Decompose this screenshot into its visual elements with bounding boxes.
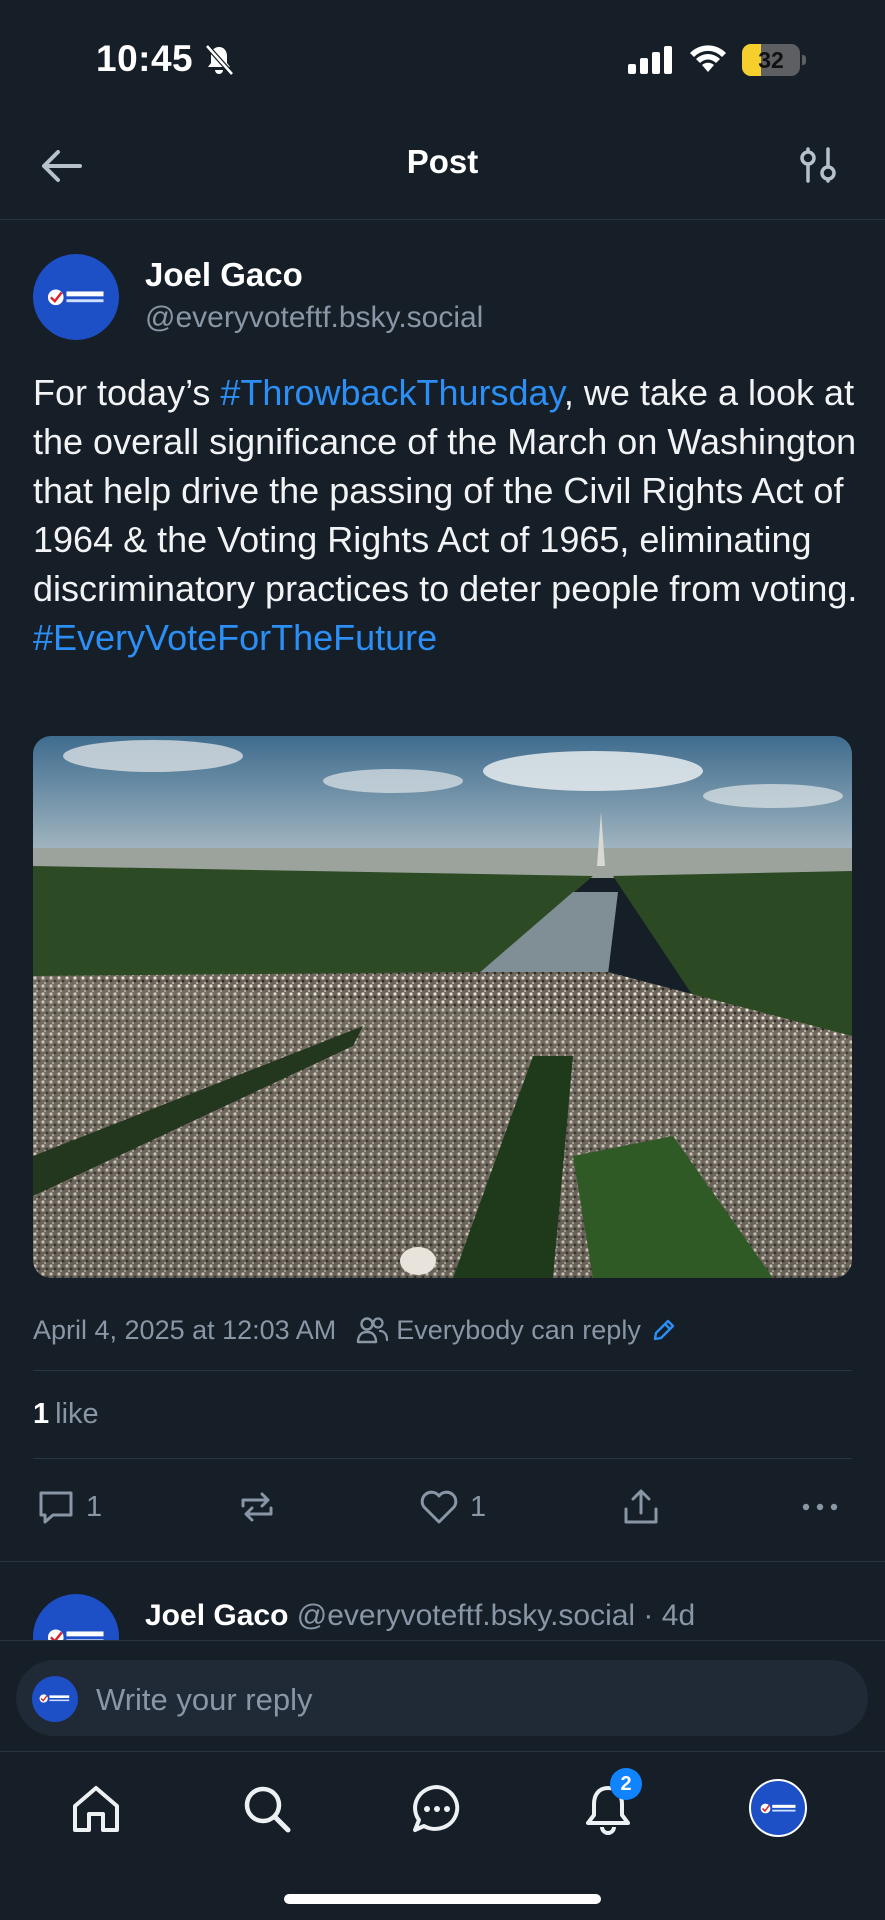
status-time: 10:45 bbox=[96, 38, 194, 79]
chat-icon[interactable] bbox=[410, 1782, 464, 1836]
every-vote-logo-icon bbox=[47, 289, 104, 305]
reply-setting[interactable]: Everybody can reply bbox=[396, 1315, 641, 1346]
cellular-signal-icon bbox=[628, 46, 672, 74]
search-icon[interactable] bbox=[240, 1782, 294, 1836]
comment-icon bbox=[39, 1491, 73, 1524]
reply-author-name[interactable]: Joel Gaco bbox=[145, 1599, 288, 1632]
every-vote-logo-icon bbox=[760, 1803, 796, 1813]
people-icon bbox=[357, 1317, 389, 1344]
notification-badge: 2 bbox=[610, 1768, 642, 1800]
likes-divider bbox=[33, 1458, 852, 1459]
wifi-icon bbox=[690, 45, 726, 72]
more-horizontal-icon bbox=[802, 1503, 838, 1511]
battery-icon: 32 bbox=[742, 44, 806, 76]
bell-slash-icon bbox=[205, 44, 234, 76]
more-options-button[interactable] bbox=[800, 1485, 840, 1529]
like-button[interactable]: 1 bbox=[418, 1485, 486, 1529]
post-meta: April 4, 2025 at 12:03 AM Everybody can … bbox=[33, 1312, 677, 1348]
reply-author-meta: @everyvoteftf.bsky.social · 4d bbox=[296, 1599, 696, 1632]
meta-divider bbox=[33, 1370, 852, 1371]
composer-divider bbox=[0, 1640, 885, 1641]
author-handle[interactable]: @everyvoteftf.bsky.social bbox=[145, 301, 483, 335]
reply-count: 1 bbox=[86, 1490, 103, 1523]
repost-icon bbox=[241, 1492, 273, 1522]
battery-level: 32 bbox=[758, 47, 784, 73]
repost-button[interactable] bbox=[236, 1485, 278, 1529]
every-vote-logo-icon bbox=[47, 1629, 104, 1640]
post-body: For today’s #ThrowbackThursday, we take … bbox=[33, 368, 863, 662]
likes-count: 1 bbox=[33, 1398, 50, 1430]
reply-button[interactable]: 1 bbox=[36, 1485, 102, 1529]
composer-avatar bbox=[32, 1676, 78, 1722]
share-icon bbox=[624, 1489, 658, 1524]
post-text-intro: For today’s bbox=[33, 372, 221, 413]
page-title: Post bbox=[406, 143, 479, 180]
like-count: 1 bbox=[470, 1490, 487, 1523]
likes-summary[interactable]: 1 like bbox=[33, 1398, 99, 1431]
author-avatar[interactable] bbox=[33, 254, 119, 340]
home-indicator bbox=[284, 1894, 601, 1904]
sliders-icon[interactable] bbox=[798, 145, 838, 185]
header-divider bbox=[0, 219, 885, 220]
post-image[interactable] bbox=[33, 736, 852, 1278]
reply-preview[interactable]: Joel Gaco @everyvoteftf.bsky.social · 4d bbox=[0, 1562, 885, 1640]
likes-label: like bbox=[55, 1398, 99, 1430]
heart-icon bbox=[420, 1490, 458, 1524]
hashtag-throwback-thursday[interactable]: #ThrowbackThursday bbox=[220, 372, 563, 413]
post-timestamp: April 4, 2025 at 12:03 AM bbox=[33, 1314, 337, 1345]
reply-author-avatar[interactable] bbox=[33, 1594, 119, 1640]
hashtag-every-vote[interactable]: #EveryVoteForTheFuture bbox=[33, 617, 437, 658]
home-icon[interactable] bbox=[69, 1782, 123, 1836]
author-name[interactable]: Joel Gaco bbox=[145, 256, 303, 294]
every-vote-logo-icon bbox=[39, 1694, 70, 1704]
pencil-icon[interactable] bbox=[651, 1317, 677, 1343]
share-button[interactable] bbox=[620, 1485, 662, 1529]
profile-avatar[interactable] bbox=[749, 1779, 807, 1837]
reply-input[interactable] bbox=[96, 1680, 836, 1720]
reply-author-line: Joel Gaco @everyvoteftf.bsky.social · 4d bbox=[145, 1599, 695, 1633]
